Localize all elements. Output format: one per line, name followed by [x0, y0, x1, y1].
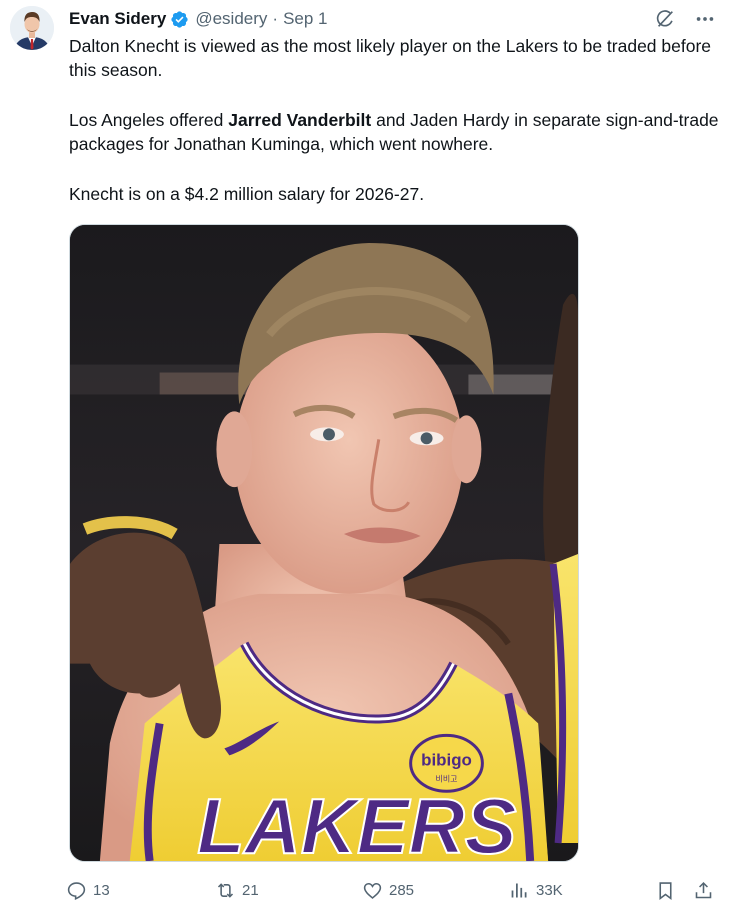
verified-badge-icon[interactable]: [170, 10, 189, 29]
player-photo: bibigo 비비고 LAKERS: [70, 225, 578, 861]
handle[interactable]: @esidery: [195, 9, 267, 29]
reply-icon: [67, 881, 86, 900]
tweet-text: Dalton Knecht is viewed as the most like…: [69, 34, 721, 206]
paragraph-1: Dalton Knecht is viewed as the most like…: [69, 36, 712, 80]
sponsor-patch-subtext: 비비고: [436, 774, 458, 783]
bookmark-icon: [659, 881, 672, 900]
repost-count: 21: [242, 881, 259, 899]
views-icon: [511, 883, 527, 897]
tweet-header: Evan Sidery @esidery · Sep 1: [69, 8, 328, 30]
top-actions: [652, 6, 718, 32]
sponsor-patch-text: bibigo: [421, 750, 472, 769]
tweet: Evan Sidery @esidery · Sep 1 Dalton Knec…: [0, 0, 734, 911]
bookmark-button[interactable]: [655, 875, 676, 905]
repost-button[interactable]: 21: [215, 875, 259, 905]
paragraph-3: Knecht is on a $4.2 million salary for 2…: [69, 184, 425, 204]
post-date[interactable]: Sep 1: [283, 9, 327, 29]
reply-count: 13: [93, 881, 110, 899]
like-button[interactable]: 285: [362, 875, 414, 905]
view-count: 33K: [536, 881, 563, 899]
tweet-photo[interactable]: bibigo 비비고 LAKERS: [69, 224, 579, 862]
display-name[interactable]: Evan Sidery: [69, 9, 166, 29]
separator-dot: ·: [272, 9, 279, 28]
share-button[interactable]: [693, 875, 714, 905]
paragraph-2: Los Angeles offered Jarred Vanderbilt an…: [69, 108, 721, 156]
repost-icon: [217, 882, 234, 898]
views-button[interactable]: 33K: [509, 875, 563, 905]
grok-icon[interactable]: [652, 6, 678, 32]
heart-icon: [363, 882, 382, 899]
mention-vanderbilt: Jarred Vanderbilt: [228, 110, 372, 130]
action-bar: 13 21 285 33K: [66, 875, 721, 905]
jersey-wordmark: LAKERS: [197, 784, 517, 861]
more-icon[interactable]: [692, 6, 718, 32]
avatar-image: [10, 6, 54, 50]
like-count: 285: [389, 881, 415, 899]
reply-button[interactable]: 13: [66, 875, 110, 905]
avatar[interactable]: [10, 6, 54, 50]
paragraph-2-start: Los Angeles offered: [69, 110, 229, 130]
share-icon: [695, 881, 712, 898]
